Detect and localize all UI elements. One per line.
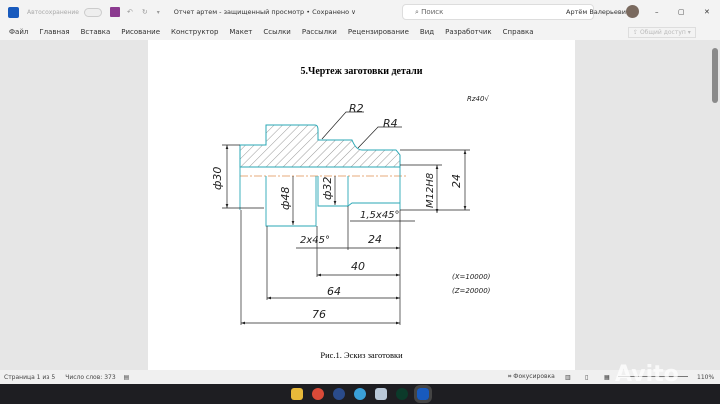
r2-label: R2	[349, 102, 364, 115]
word-icon[interactable]	[414, 385, 432, 403]
page-count[interactable]: Страница 1 из 5	[4, 374, 55, 381]
web-layout-icon[interactable]: ▦	[604, 374, 610, 381]
word-count[interactable]: Число слов: 373	[65, 374, 115, 381]
focus-button[interactable]: ⌗ Фокусировка	[508, 373, 555, 381]
roughness-label: Rz40√	[467, 95, 489, 103]
read-mode-icon[interactable]: ▥	[565, 374, 571, 381]
print-layout-icon[interactable]: ▯	[585, 374, 588, 381]
chamfer1-label: 1,5x45°	[360, 210, 400, 221]
status-bar: Страница 1 из 5 Число слов: 373 ▤ ⌗ Фоку…	[0, 362, 720, 387]
dim24-label: 24	[368, 233, 382, 246]
z-note: (Z=20000)	[452, 287, 491, 295]
dim76-label: 76	[312, 308, 326, 321]
proofing-icon[interactable]: ▤	[124, 374, 130, 381]
notes-icon[interactable]	[375, 388, 387, 400]
d48-label: ф48	[279, 187, 292, 210]
m12-label: M12H8	[425, 173, 436, 208]
file-explorer-icon[interactable]	[291, 388, 303, 400]
taskbar	[0, 384, 720, 404]
r4-label: R4	[383, 117, 398, 130]
d32-label: ф32	[321, 177, 334, 200]
steam-icon[interactable]	[333, 388, 345, 400]
telegram-icon[interactable]	[354, 388, 366, 400]
chrome-icon[interactable]	[312, 388, 324, 400]
app-icon[interactable]	[396, 388, 408, 400]
dim40-label: 40	[351, 260, 365, 273]
dim64-label: 64	[327, 285, 341, 298]
blank-sketch-drawing: R2 R4 Rz40√ ф30 ф48 ф32 M12H8 24 1,5x45°…	[211, 95, 491, 325]
x-note: (X=10000)	[452, 273, 491, 281]
part-section	[239, 124, 401, 168]
chamfer2-label: 2x45°	[300, 235, 330, 246]
zoom-level[interactable]: 110%	[697, 374, 714, 381]
d30-label: ф30	[211, 167, 224, 190]
dim24-right-label: 24	[450, 174, 463, 188]
